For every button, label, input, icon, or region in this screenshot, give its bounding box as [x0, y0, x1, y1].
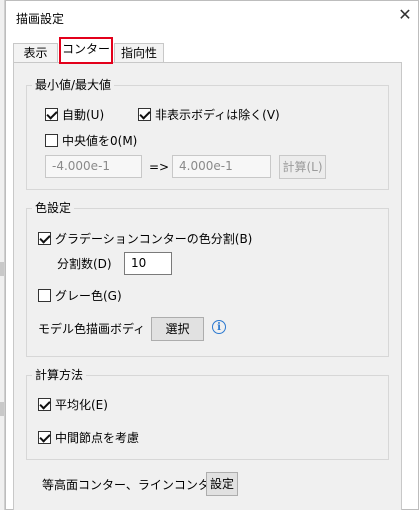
- min-value-field[interactable]: -4.000e-1: [45, 155, 142, 178]
- mid-nodes-label: 中間節点を考慮: [55, 431, 140, 445]
- tab-display[interactable]: 表示: [13, 43, 58, 62]
- auto-label: 自動(U): [62, 108, 105, 122]
- calculate-button[interactable]: 計算(L): [279, 155, 326, 179]
- average-label: 平均化(E): [55, 398, 108, 412]
- tab-contour[interactable]: コンター: [59, 37, 113, 64]
- close-icon[interactable]: ✕: [396, 6, 414, 24]
- grey-label: グレー色(G): [55, 289, 122, 303]
- background-mark: [0, 262, 4, 276]
- mid-nodes-checkbox[interactable]: [38, 431, 51, 444]
- center-zero-label: 中央値を0(M): [62, 134, 138, 148]
- divisions-field[interactable]: 10: [124, 252, 172, 275]
- arrow-label: =>: [149, 160, 170, 174]
- gradation-label: グラデーションコンターの色分割(B): [55, 232, 253, 246]
- tab-directivity[interactable]: 指向性: [114, 43, 164, 62]
- auto-checkbox[interactable]: [45, 108, 58, 121]
- calc-method-legend: 計算方法: [32, 368, 87, 382]
- contour-lines-label: 等高面コンター、ラインコンター: [42, 478, 222, 492]
- select-button[interactable]: 選択: [151, 317, 204, 341]
- contour-settings-button[interactable]: 設定: [206, 472, 238, 496]
- calc-method-group: [26, 375, 389, 460]
- minmax-legend: 最小値/最大値: [32, 78, 115, 92]
- exclude-hidden-label: 非表示ボディは除く(V): [155, 108, 280, 122]
- grey-checkbox[interactable]: [38, 289, 51, 302]
- gradation-checkbox[interactable]: [38, 232, 51, 245]
- max-value-field[interactable]: 4.000e-1: [172, 155, 271, 178]
- dialog-title: 描画設定: [16, 12, 65, 26]
- divisions-label: 分割数(D): [57, 257, 112, 271]
- color-settings-legend: 色設定: [32, 201, 75, 215]
- average-checkbox[interactable]: [38, 398, 51, 411]
- model-color-body-label: モデル色描画ボディ: [38, 322, 146, 336]
- exclude-hidden-checkbox[interactable]: [138, 108, 151, 121]
- background-mark: [0, 402, 4, 416]
- center-zero-checkbox[interactable]: [45, 134, 58, 147]
- info-icon[interactable]: i: [212, 320, 226, 334]
